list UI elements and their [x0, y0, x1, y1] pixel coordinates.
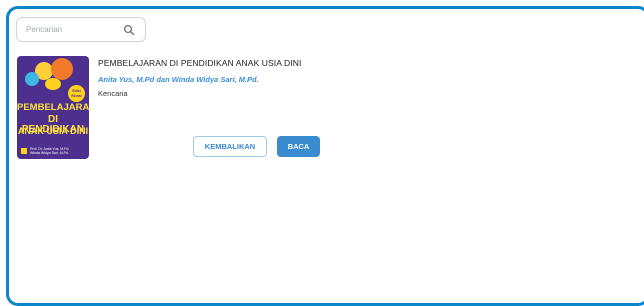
book-title: PEMBELAJARAN DI PENDIDIKAN ANAK USIA DIN…: [98, 58, 302, 68]
content-frame: [6, 6, 644, 306]
book-author: Anita Yus, M.Pd dan Winda Widya Sari, M.…: [98, 75, 259, 84]
cover-decoration: [51, 58, 73, 80]
cover-decoration: [45, 78, 61, 90]
cover-authors: Prof. Dr. Anita Yus, M.Pd Winda Widya Sa…: [30, 147, 68, 155]
cover-title-line: ANAK USIA DINI: [17, 126, 89, 136]
search-box[interactable]: [16, 17, 146, 42]
cover-badge: Edisi Revisi: [68, 85, 85, 102]
book-cover[interactable]: Edisi Revisi PEMBELAJARAN DI PENDIDIKAN …: [17, 56, 89, 159]
cover-author-line: Winda Widya Sari, M.Pd: [30, 151, 68, 155]
book-publisher: Kencana: [98, 89, 128, 98]
cover-title-line: PEMBELAJARAN: [17, 102, 89, 113]
search-icon[interactable]: [123, 24, 135, 36]
publisher-logo: [21, 148, 27, 154]
cover-decoration: [25, 72, 39, 86]
search-input[interactable]: [17, 18, 117, 41]
return-button[interactable]: KEMBALIKAN: [193, 136, 267, 157]
read-button[interactable]: BACA: [277, 136, 320, 157]
